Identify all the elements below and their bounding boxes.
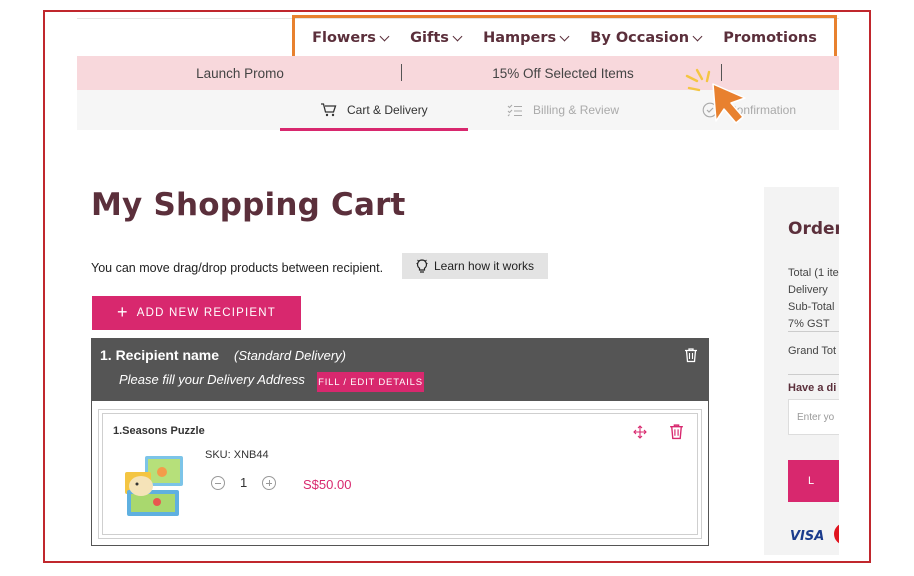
nav-gifts[interactable]: Gifts [410,30,463,46]
step-billing-label: Billing & Review [533,103,620,117]
promo-discount[interactable]: 15% Off Selected Items [403,56,723,90]
nav-promotions-label: Promotions [723,30,817,46]
step-billing-review: Billing & Review [507,90,619,130]
nav-flowers[interactable]: Flowers [312,30,390,46]
promo-divider [401,64,402,81]
nav-by-occasion-label: By Occasion [590,30,690,46]
chevron-down-icon [452,31,463,41]
discount-code-input[interactable]: Enter yo [788,399,839,435]
product-image [125,456,183,516]
chevron-down-icon [559,31,570,41]
order-divider [788,331,839,332]
plus-icon: + [117,302,129,322]
lightbulb-icon [416,258,428,273]
add-recipient-label: ADD NEW RECIPIENT [136,307,276,319]
order-divider [788,374,839,375]
product-sku: SKU: XNB44 [205,449,269,461]
product-name: 1.Seasons Puzzle [113,425,205,437]
trash-icon[interactable] [684,347,698,363]
active-step-indicator [280,128,468,131]
plus-icon[interactable] [262,475,277,490]
apply-button[interactable]: L [788,460,839,502]
drag-drop-hint: You can move drag/drop products between … [91,261,384,275]
cart-icon [321,103,337,117]
order-total-items: Total (1 ite [788,267,839,279]
move-icon[interactable] [633,425,647,439]
chevron-down-icon [692,31,703,41]
quantity-value: 1 [240,475,248,490]
product-price: S$50.00 [303,477,352,492]
nav-hampers-label: Hampers [483,30,557,46]
nav-promotions[interactable]: Promotions [723,30,817,46]
step-cart-delivery: Cart & Delivery [320,90,428,130]
nav-flowers-label: Flowers [312,30,376,46]
learn-how-label: Learn how it works [433,259,535,273]
quantity-stepper: 1 [211,475,277,490]
order-grand-total: Grand Tot [788,345,837,357]
order-summary-title: Order [788,219,839,239]
add-recipient-button[interactable]: + ADD NEW RECIPIENT [92,296,301,330]
minus-icon[interactable] [211,475,225,490]
trash-icon[interactable] [669,423,684,440]
delivery-address-prompt: Please fill your Delivery Address [119,372,305,387]
step-cart-label: Cart & Delivery [347,103,428,117]
pointer-cursor-icon [685,68,746,124]
order-gst: 7% GST [788,318,830,330]
screenshot-frame: Flowers Gifts Hampers By Occasion Promot… [43,10,871,563]
main-nav: Flowers Gifts Hampers By Occasion Promot… [292,15,837,61]
chevron-down-icon [379,31,390,41]
visa-logo: VISA [790,529,825,544]
learn-how-button[interactable]: Learn how it works [402,253,548,279]
promo-launch[interactable]: Launch Promo [77,56,403,90]
page-title: My Shopping Cart [91,187,406,223]
recipient-title: 1. Recipient name [100,347,220,363]
delivery-type: (Standard Delivery) [234,348,346,363]
discount-prompt: Have a di [788,382,837,394]
order-delivery: Delivery [788,284,828,296]
nav-gifts-label: Gifts [410,30,449,46]
product-list: 1.Seasons Puzzle SKU: XNB44 1 S$50.00 [98,409,702,539]
checklist-icon [507,104,522,116]
nav-by-occasion[interactable]: By Occasion [590,30,703,46]
recipient-panel: 1. Recipient name (Standard Delivery) Pl… [91,338,709,546]
order-subtotal: Sub-Total [788,301,835,313]
product-card[interactable]: 1.Seasons Puzzle SKU: XNB44 1 S$50.00 [102,413,698,535]
nav-hampers[interactable]: Hampers [483,30,570,46]
recipient-header: 1. Recipient name (Standard Delivery) Pl… [92,339,708,401]
mastercard-logo [834,523,839,545]
fill-edit-details-button[interactable]: FILL / EDIT DETAILS [317,372,424,392]
order-summary: Order Total (1 ite Delivery Sub-Total 7%… [764,187,839,555]
